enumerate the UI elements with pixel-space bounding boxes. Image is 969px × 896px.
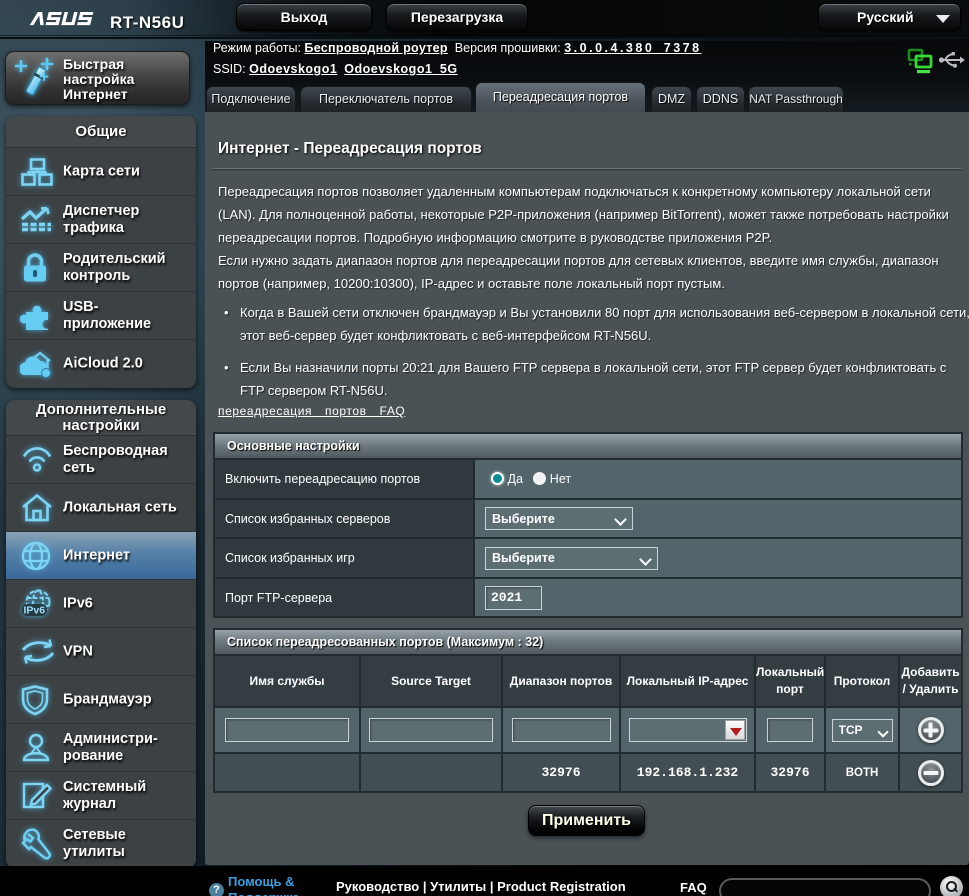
svg-text:IPv6: IPv6 bbox=[24, 604, 46, 616]
